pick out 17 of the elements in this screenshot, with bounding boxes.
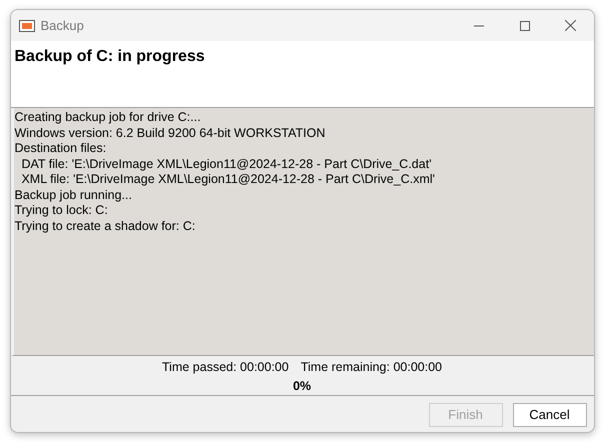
log-line: DAT file: 'E:\DriveImage XML\Legion11@2024-12-28 - Part C\Drive_C.dat' (20, 156, 432, 172)
log-line: Destination files: (14, 141, 108, 156)
time-passed: Time passed: 00:00:00 (162, 359, 289, 376)
app-logo-icon (18, 20, 34, 32)
cancel-button[interactable]: Cancel (512, 403, 586, 427)
progress-percent: 0% (292, 378, 312, 395)
time-remaining: Time remaining: 00:00:00 (300, 359, 442, 376)
header-title: Backup of C: in progress (14, 47, 206, 67)
log-line: Trying to create a shadow for: C: (14, 218, 196, 234)
log-line: Trying to lock: C: (14, 203, 109, 218)
log-line: XML file: 'E:\DriveImage XML\Legion11@2024-12-28 - Part C\Drive_C.xml' (20, 172, 436, 188)
maximize-icon (520, 20, 530, 30)
log-line: Windows version: 6.2 Build 9200 64-bit WORKSTATION (14, 126, 326, 141)
log-line: Creating backup job for drive C:... (14, 110, 202, 126)
window-title: Backup (40, 16, 84, 35)
close-icon (565, 20, 576, 31)
log-line: Backup job running... (14, 188, 133, 203)
